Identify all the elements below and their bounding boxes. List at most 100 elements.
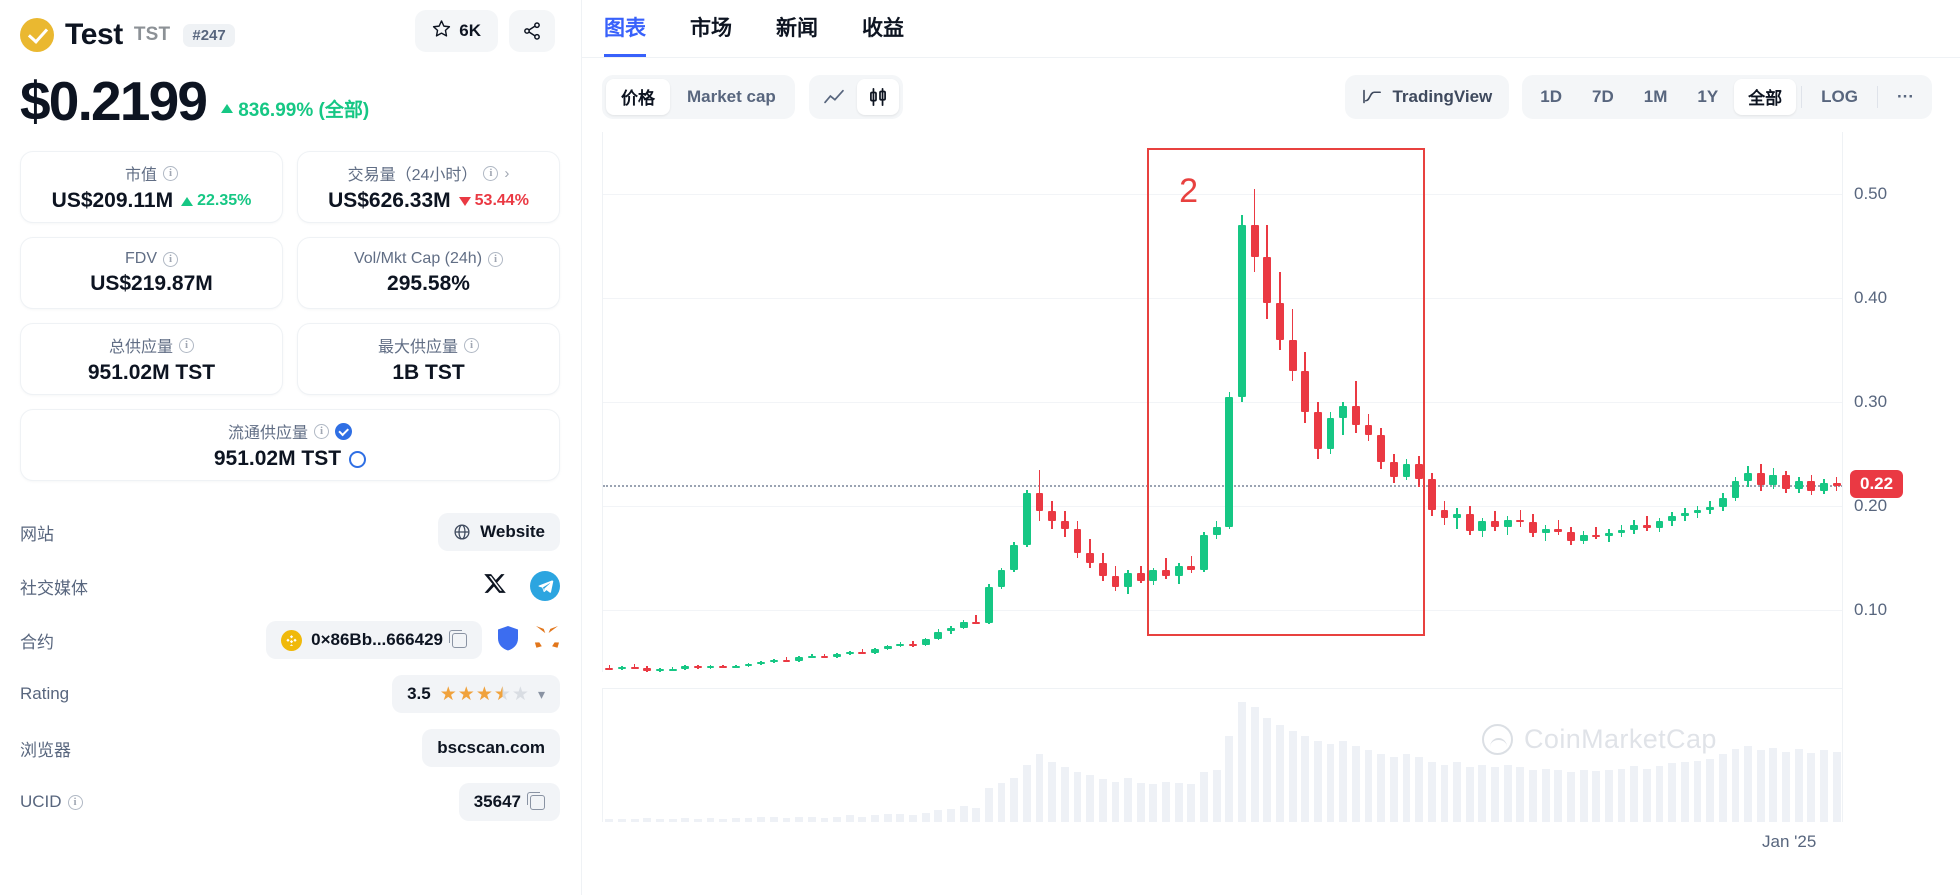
metamask-fox-icon[interactable] — [534, 625, 560, 655]
ucid-button[interactable]: 35647 — [458, 783, 560, 821]
chart-panel: 图表 市场 新闻 收益 价格 Market cap TradingView 1D… — [582, 0, 1960, 895]
telegram-icon[interactable] — [530, 571, 560, 601]
tab-markets[interactable]: 市场 — [690, 12, 732, 57]
candle-body — [909, 643, 917, 646]
price-chart[interactable]: 2 CoinMarketCap Jan '25 0.50 0.40 0.30 0.20… — [602, 132, 1942, 851]
volume-bar — [1415, 756, 1424, 822]
candlestick-plot[interactable]: 2 — [602, 132, 1843, 672]
divider — [1801, 85, 1803, 108]
candle-body — [1642, 524, 1651, 528]
candle-body — [1769, 474, 1778, 486]
link-label: 网站 — [20, 524, 54, 544]
candle-body — [1807, 480, 1816, 492]
volume-bar — [1794, 748, 1803, 822]
timeframe-1y[interactable]: 1Y — [1683, 79, 1732, 115]
volume-bar — [1567, 772, 1575, 822]
price-row: $0.2199 836.99% (全部) — [20, 74, 555, 129]
volume-bar — [1073, 772, 1082, 822]
chart-annotation-box[interactable] — [1147, 147, 1426, 636]
explorer-value: bscscan.com — [437, 738, 545, 757]
website-button[interactable]: Website — [438, 513, 560, 551]
metric-marketcap-button[interactable]: Market cap — [672, 79, 791, 115]
volume-bar — [1048, 762, 1057, 822]
volume-bar — [668, 819, 677, 822]
candle-body — [1832, 483, 1841, 487]
candle-body — [1453, 514, 1461, 519]
metric-price-button[interactable]: 价格 — [606, 78, 670, 115]
candle-body — [1693, 510, 1702, 514]
timeframe-all[interactable]: 全部 — [1734, 78, 1797, 115]
volume-bar — [1022, 764, 1031, 822]
timeframe-7d[interactable]: 7D — [1578, 79, 1628, 115]
info-icon[interactable]: i — [179, 337, 194, 353]
line-chart-button[interactable] — [813, 79, 855, 115]
coin-ticker: TST — [133, 24, 171, 45]
contract-address-button[interactable]: 0×86Bb...666429 — [266, 621, 482, 659]
tab-earnings[interactable]: 收益 — [862, 12, 904, 57]
chevron-down-icon[interactable]: ▾ — [538, 686, 545, 703]
candle-body — [1440, 510, 1449, 519]
volume-bar — [1212, 769, 1221, 822]
link-row-rating: Rating 3.5 ★ ★ ★ ★ ★ ▾ — [20, 667, 560, 721]
candle-body — [1427, 478, 1436, 510]
contract-address: 0×86Bb...666429 — [311, 630, 443, 649]
volume-bar — [1288, 730, 1297, 822]
chevron-right-icon[interactable]: › — [504, 165, 509, 182]
candle-wick — [1646, 516, 1648, 531]
stat-cards: 市值 i US$209.11M 22.35% 交易量（24小时） i › US$… — [20, 151, 560, 481]
stat-card-max-supply[interactable]: 最大供应量 i 1B TST — [297, 323, 560, 395]
stat-card-volume-24h[interactable]: 交易量（24小时） i › US$626.33M 53.44% — [297, 151, 560, 223]
volume-bar — [1592, 771, 1601, 822]
info-icon[interactable]: i — [67, 794, 83, 810]
triangle-up-icon — [181, 196, 194, 206]
copy-icon[interactable] — [449, 629, 467, 648]
info-icon[interactable]: i — [163, 251, 178, 267]
candle-body — [984, 586, 993, 624]
stat-label-text: FDV — [125, 250, 157, 267]
more-options-button[interactable]: ··· — [1883, 79, 1928, 115]
tab-news[interactable]: 新闻 — [776, 12, 818, 57]
volume-bar — [1820, 750, 1828, 822]
stat-card-total-supply[interactable]: 总供应量 i 951.02M TST — [20, 323, 283, 395]
volume-bar — [1351, 746, 1360, 822]
volume-bar — [896, 814, 905, 822]
metamask-shield-icon[interactable] — [496, 625, 520, 656]
candle-body — [921, 638, 930, 645]
volume-bar — [1529, 769, 1537, 822]
link-label-text: UCID — [20, 792, 62, 811]
share-button[interactable] — [509, 10, 555, 52]
watchlist-button[interactable]: 6K — [415, 10, 498, 52]
stat-card-fdv[interactable]: FDV i US$219.87M — [20, 237, 283, 309]
coinmarketcap-watermark: CoinMarketCap — [1482, 724, 1717, 755]
volume-bar — [858, 816, 867, 822]
volume-bar — [845, 815, 854, 822]
explorer-button[interactable]: bscscan.com — [422, 729, 560, 767]
tradingview-button[interactable]: TradingView — [1345, 74, 1510, 119]
candle-body — [605, 667, 614, 670]
candle-body — [1124, 573, 1133, 587]
candle-body — [744, 663, 753, 666]
stat-card-market-cap[interactable]: 市值 i US$209.11M 22.35% — [20, 151, 283, 223]
log-scale-button[interactable]: LOG — [1807, 79, 1872, 115]
toolbar-right: TradingView 1D 7D 1M 1Y 全部 LOG ··· — [1345, 74, 1932, 119]
info-icon[interactable]: i — [314, 423, 329, 439]
rating-button[interactable]: 3.5 ★ ★ ★ ★ ★ ▾ — [392, 675, 560, 713]
info-icon[interactable]: i — [464, 337, 479, 353]
volume-bar — [1756, 750, 1765, 822]
info-icon[interactable]: i — [163, 165, 178, 181]
timeframe-1d[interactable]: 1D — [1526, 79, 1576, 115]
candle-wick — [1595, 526, 1598, 540]
info-icon[interactable]: i — [483, 165, 499, 181]
timeframe-1m[interactable]: 1M — [1630, 79, 1682, 115]
copy-icon[interactable] — [527, 791, 545, 810]
volume-bar — [1136, 782, 1145, 822]
tab-chart[interactable]: 图表 — [604, 12, 646, 57]
twitter-x-icon[interactable] — [483, 571, 508, 601]
candle-body — [1529, 522, 1537, 533]
volume-bar — [757, 816, 766, 822]
volume-bar — [1339, 741, 1348, 822]
stat-card-circulating-supply[interactable]: 流通供应量 i 951.02M TST — [20, 409, 560, 481]
stat-card-vol-mkt-cap[interactable]: Vol/Mkt Cap (24h) i 295.58% — [297, 237, 560, 309]
candlestick-chart-button[interactable] — [856, 78, 899, 115]
info-icon[interactable]: i — [488, 251, 504, 267]
